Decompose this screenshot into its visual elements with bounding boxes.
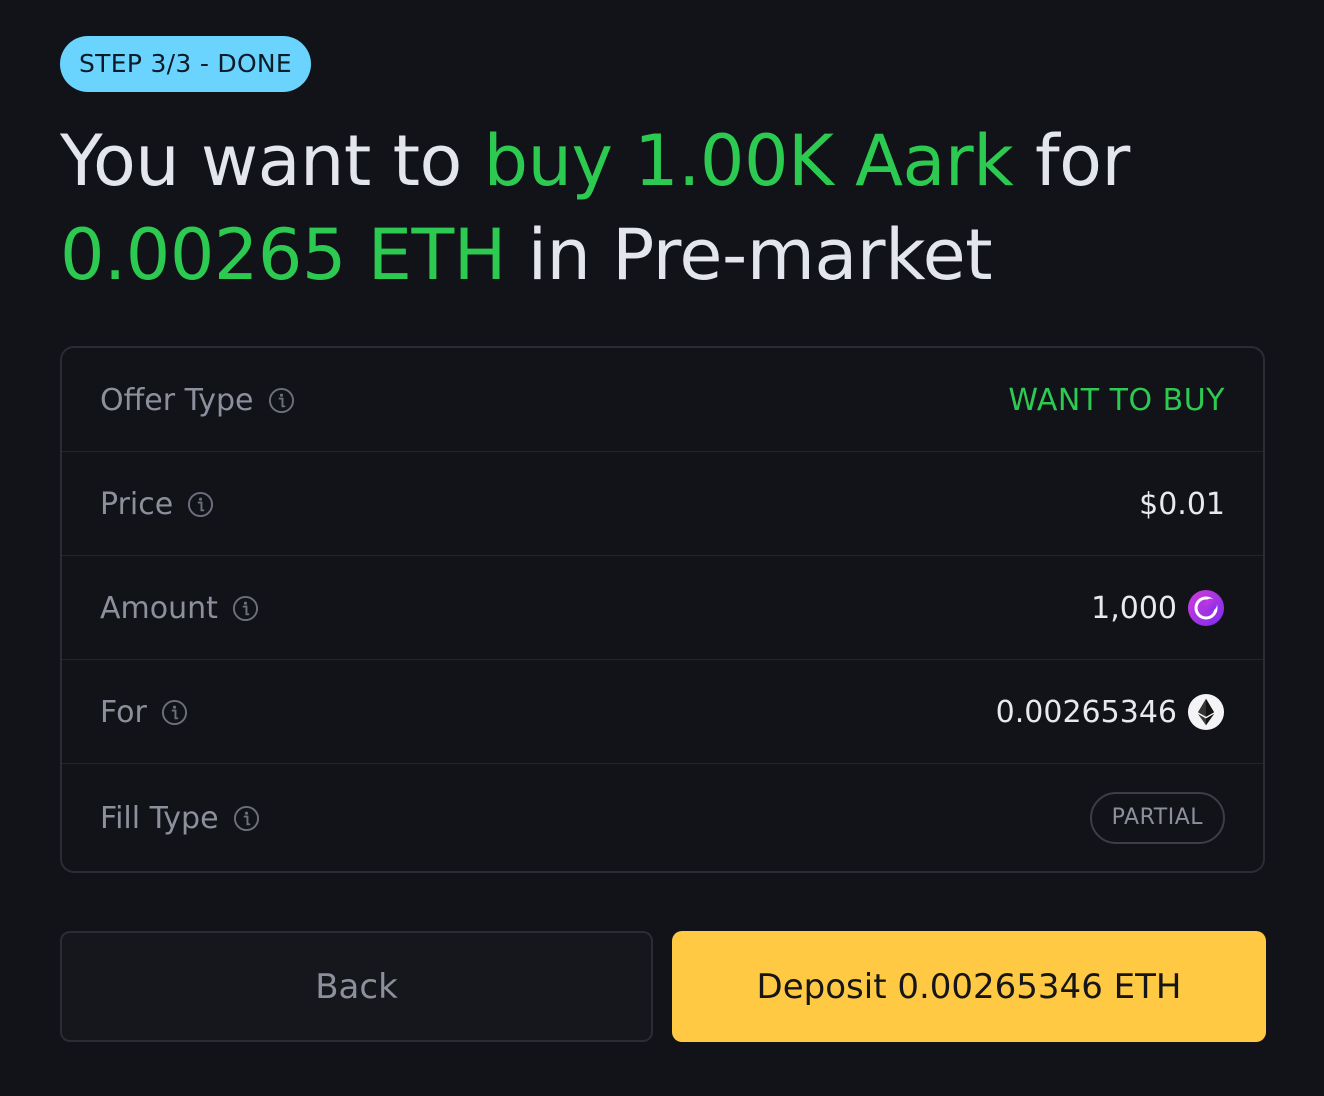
step-badge: STEP 3/3 - DONE — [60, 36, 312, 92]
headline-price: 0.00265 ETH — [60, 214, 506, 296]
amount-label: Amount — [100, 590, 218, 626]
fill-type-label: Fill Type — [100, 800, 219, 836]
deposit-button[interactable]: Deposit 0.00265346 ETH — [672, 931, 1266, 1042]
order-details-card: Offer Type WANT TO BUY Price $0.01 Amoun… — [60, 346, 1265, 873]
fill-type-row: Fill Type PARTIAL — [62, 764, 1263, 871]
back-button[interactable]: Back — [60, 931, 653, 1042]
aark-token-icon — [1187, 589, 1225, 627]
fill-type-value-group: PARTIAL — [1089, 764, 1225, 871]
offer-type-value: WANT TO BUY — [1008, 382, 1225, 418]
price-label-group: Price — [100, 452, 214, 556]
headline-text-3: in Pre-market — [505, 214, 993, 296]
offer-type-row: Offer Type WANT TO BUY — [62, 348, 1263, 452]
headline-text-2: for — [1013, 120, 1130, 202]
price-value: $0.01 — [1139, 486, 1225, 522]
amount-value-group: 1,000 — [1091, 556, 1225, 660]
for-value: 0.00265346 — [995, 694, 1177, 730]
amount-value: 1,000 — [1091, 590, 1177, 626]
price-label: Price — [100, 486, 174, 522]
amount-row: Amount 1,000 — [62, 556, 1263, 660]
offer-type-label: Offer Type — [100, 382, 254, 418]
fill-type-badge: PARTIAL — [1089, 792, 1225, 844]
price-row: Price $0.01 — [62, 452, 1263, 556]
for-value-group: 0.00265346 — [996, 660, 1225, 764]
headline-text-1: You want to — [60, 120, 484, 202]
info-icon[interactable] — [161, 699, 188, 726]
info-icon[interactable] — [233, 805, 260, 832]
info-icon[interactable] — [232, 595, 259, 622]
order-confirmation-screen: STEP 3/3 - DONE You want to buy 1.00K Aa… — [0, 0, 1324, 1096]
order-headline: You want to buy 1.00K Aark for 0.00265 ET… — [60, 114, 1280, 302]
for-label-group: For — [100, 660, 188, 764]
headline-action: buy 1.00K Aark — [483, 120, 1014, 202]
for-row: For 0.00265346 — [62, 660, 1263, 764]
offer-type-label-group: Offer Type — [100, 348, 295, 452]
for-label: For — [100, 694, 147, 730]
info-icon[interactable] — [187, 491, 214, 518]
fill-type-label-group: Fill Type — [100, 764, 260, 871]
amount-label-group: Amount — [100, 556, 259, 660]
info-icon[interactable] — [268, 387, 295, 414]
eth-token-icon — [1187, 693, 1225, 731]
